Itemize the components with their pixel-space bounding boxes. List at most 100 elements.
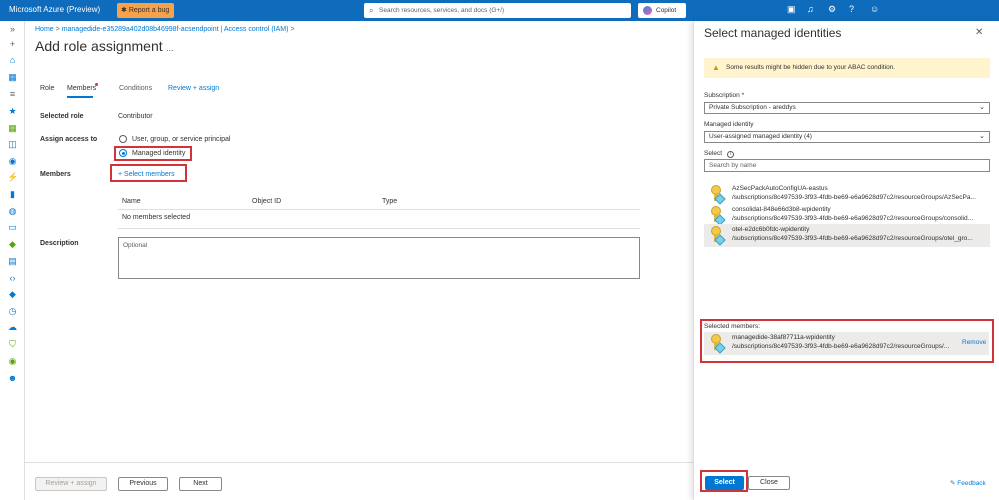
column-object-id[interactable]: Object ID [252,198,281,205]
copilot-label: Copilot [656,7,677,14]
create-resource-icon[interactable]: + [7,39,18,50]
report-bug-label: Report a bug [128,7,170,14]
breadcrumb-separator: > [55,26,60,33]
description-label: Description [40,240,79,247]
tab-conditions[interactable]: Conditions [119,85,152,92]
required-dot [95,83,99,86]
advisor-icon[interactable]: ☁ [7,322,18,333]
warning-icon: ▲ [712,63,720,72]
panel-title: Select managed identities [704,26,842,40]
home-icon[interactable]: ⌂ [7,55,18,66]
virtual-machines-icon[interactable]: ▭ [7,222,18,233]
monitor-icon[interactable]: ◷ [7,306,18,317]
managed-identity-dropdown[interactable]: User-assigned managed identity (4) ⌄ [704,131,990,143]
more-options-button[interactable]: ... [166,43,174,53]
virtual-networks-icon[interactable]: ‹› [7,273,18,284]
cosmos-db-icon[interactable]: ◍ [7,206,18,217]
portal-brand[interactable]: Microsoft Azure (Preview) [9,5,100,14]
radio-managed-identity[interactable] [119,149,127,157]
search-icon: ⌕ [369,6,374,15]
storage-accounts-icon[interactable]: ▤ [7,256,18,267]
all-services-icon[interactable]: ≡ [7,89,18,100]
info-icon[interactable]: i [727,151,735,158]
feedback-link[interactable]: ✎ Feedback [950,479,986,487]
managed-identity-value: User-assigned managed identity (4) [709,133,812,140]
help-support-icon[interactable]: ☻ [7,373,18,384]
report-bug-button[interactable]: ✱ Report a bug [117,3,174,18]
abac-warning-banner: ▲ Some results might be hidden due to yo… [704,58,990,78]
tab-members-label: Members [67,85,97,92]
identity-path: /subscriptions/8c497539-3f93-4fdb-be69-e… [732,194,976,201]
tab-review-assign[interactable]: Review + assign [168,85,219,92]
close-icon[interactable]: ✕ [975,27,983,38]
copilot-icon [643,6,652,15]
subscription-dropdown[interactable]: Private Subscription - areddys ⌄ [704,102,990,114]
tab-role[interactable]: Role [40,85,54,92]
remove-member-button[interactable]: Remove [962,339,986,346]
resource-groups-icon[interactable]: ◫ [7,139,18,150]
global-search-input[interactable]: ⌕ Search resources, services, and docs (… [364,3,631,18]
select-managed-identities-panel: Select managed identities ✕ ▲ Some resul… [693,21,999,500]
dashboard-icon[interactable]: ▦ [7,72,18,83]
column-type[interactable]: Type [382,198,397,205]
table-row-divider [118,228,640,229]
description-placeholder: Optional [123,242,148,249]
breadcrumb: Home > managedide-e35289a402d08b46998f-a… [35,26,294,33]
breadcrumb-separator: > [290,26,295,33]
managed-identity-icon [710,334,726,354]
subscription-value: Private Subscription - areddys [709,104,796,111]
global-search-placeholder: Search resources, services, and docs (G+… [379,7,505,14]
review-assign-button[interactable]: Review + assign [35,477,107,491]
radio-user-group-label[interactable]: User, group, or service principal [132,136,230,143]
identity-search-input[interactable]: Search by name [704,159,990,172]
identity-path: /subscriptions/8c497539-3f93-4fdb-be69-e… [732,235,973,242]
selected-role-label: Selected role [40,113,84,120]
next-button[interactable]: Next [179,477,222,491]
all-resources-icon[interactable]: ▦ [7,123,18,134]
selected-role-value: Contributor [118,113,153,120]
abac-warning-text: Some results might be hidden due to your… [726,64,896,71]
sql-databases-icon[interactable]: ▮ [7,189,18,200]
feedback-icon[interactable]: ☺ [870,4,879,14]
feedback-label: Feedback [957,480,986,487]
notifications-icon[interactable]: ♫ [807,4,814,14]
expand-menu-icon[interactable]: » [7,24,18,35]
managed-identity-icon [710,226,726,246]
select-label-text: Select [704,150,723,157]
managed-identity-icon [710,185,726,205]
function-app-icon[interactable]: ⚡ [7,172,18,183]
identity-path: /subscriptions/8c497539-3f93-4fdb-be69-e… [732,215,974,222]
identity-name: otel-e2dc6b0fdc-wpidentity [732,226,810,233]
load-balancers-icon[interactable]: ◆ [7,239,18,250]
copilot-button[interactable]: Copilot [638,3,686,18]
select-button[interactable]: Select [705,476,744,490]
selected-members-label: Selected members: [704,323,760,330]
column-name[interactable]: Name [122,198,141,205]
identity-list-item[interactable]: AzSecPackAutoConfigUA-eastus /subscripti… [704,183,990,206]
close-button[interactable]: Close [748,476,790,490]
cloud-shell-icon[interactable]: ▣ [787,4,796,15]
previous-button[interactable]: Previous [118,477,168,491]
radio-managed-identity-label[interactable]: Managed identity [132,150,185,157]
breadcrumb-resource[interactable]: managedide-e35289a402d08b46998f-acsendpo… [62,26,289,33]
defender-icon[interactable]: ⛉ [7,339,18,350]
selected-member-path: /subscriptions/8c497539-3f93-4fdb-be69-e… [732,343,950,350]
page-title: Add role assignment [35,38,163,54]
favorites-icon[interactable]: ★ [7,106,18,117]
identity-list-item[interactable]: otel-e2dc6b0fdc-wpidentity /subscription… [704,224,990,247]
breadcrumb-home[interactable]: Home [35,26,54,33]
select-label: Select i [704,150,735,158]
radio-user-group[interactable] [119,135,127,143]
app-services-icon[interactable]: ◉ [7,156,18,167]
add-role-assignment-blade: Home > managedide-e35289a402d08b46998f-a… [25,21,693,500]
select-members-link[interactable]: + Select members [118,171,175,178]
settings-icon[interactable]: ⚙ [828,4,836,15]
tab-members[interactable]: Members [67,83,99,98]
subscription-label: Subscription * [704,92,745,99]
help-icon[interactable]: ? [849,4,854,14]
entra-id-icon[interactable]: ◆ [7,289,18,300]
no-members-text: No members selected [122,214,191,221]
chevron-down-icon: ⌄ [979,133,985,140]
description-textarea[interactable]: Optional [118,237,640,279]
cost-management-icon[interactable]: ◉ [7,356,18,367]
